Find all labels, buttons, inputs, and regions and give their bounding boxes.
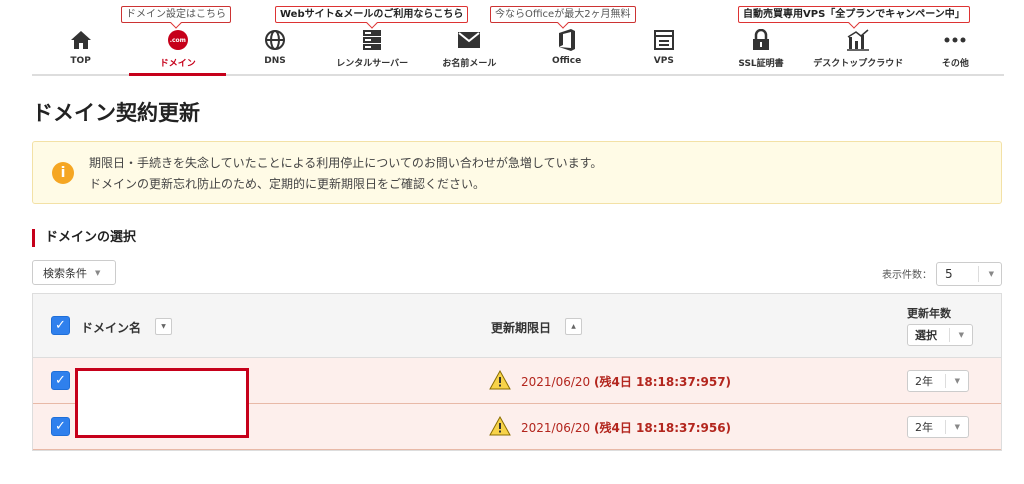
nav-item-domain[interactable]: .com ドメイン: [129, 28, 227, 76]
chevron-down-icon: ▼: [954, 377, 960, 385]
home-icon: [70, 28, 92, 52]
per-page-value: 5: [945, 267, 953, 281]
section-title: ドメインの選択: [32, 229, 136, 247]
nav-item-dns[interactable]: DNS: [226, 28, 324, 76]
nav-item-label: DNS: [264, 56, 286, 66]
nav-item-other[interactable]: その他: [906, 28, 1005, 76]
renewal-years-value: 2年: [915, 375, 933, 388]
renewal-years-select[interactable]: 2年 ▼: [907, 416, 969, 438]
nav-item-top[interactable]: TOP: [32, 28, 130, 76]
promo-office[interactable]: 今ならOfficeが最大2ヶ月無料: [490, 6, 636, 23]
nav-item-label: SSL証明書: [738, 59, 784, 69]
header-expiry-date: 更新期限日: [491, 321, 552, 335]
bulk-years-select[interactable]: 選択 ▼: [907, 324, 973, 346]
nav-item-label: Office: [552, 56, 582, 66]
dotcom-icon: .com: [167, 28, 188, 52]
nav-item-desktop-cloud[interactable]: デスクトップクラウド: [809, 28, 907, 76]
expiry-date-value: 2021/06/20: [521, 375, 591, 389]
lock-icon: [752, 28, 770, 52]
chevron-down-icon: ▼: [95, 268, 101, 277]
notice-line-1: 期限日・手続きを失念していたことによる利用停止についてのお問い合わせが急増してい…: [89, 156, 603, 170]
top-nav: ドメイン設定はこちら Webサイト&メールのご利用ならこちら 今ならOffice…: [32, 0, 1005, 78]
page-title: ドメイン契約更新: [32, 101, 200, 125]
more-icon: [944, 28, 966, 52]
nav-item-mail[interactable]: お名前メール: [420, 28, 519, 76]
expiry-date-value: 2021/06/20: [521, 421, 591, 435]
header-renewal-years: 更新年数: [907, 307, 951, 320]
renewal-years-value: 2年: [915, 421, 933, 434]
header-domain-name: ドメイン名: [81, 321, 142, 335]
table-row: ✓ 2021/06/20 (残4日 18:18:37:957) 2年 ▼: [33, 358, 1001, 438]
globe-icon: [264, 28, 286, 52]
expiry-date: 2021/06/20 (残4日 18:18:37:957): [521, 373, 731, 390]
chart-icon: [847, 28, 870, 52]
sort-expiry-button[interactable]: ▲: [565, 318, 582, 335]
expiry-date: 2021/06/20 (残4日 18:18:37:956): [521, 419, 731, 436]
expiry-remaining: (残4日 18:18:37:957): [594, 375, 732, 389]
promo-website-mail[interactable]: Webサイト&メールのご利用ならこちら: [275, 6, 469, 23]
notice-banner: i 期限日・手続きを失念していたことによる利用停止についてのお問い合わせが急増し…: [32, 141, 1002, 204]
chevron-down-icon: ▼: [954, 423, 960, 431]
search-conditions-label: 検索条件: [43, 266, 87, 280]
renewal-years-select[interactable]: 2年 ▼: [907, 370, 969, 392]
nav-item-label: お名前メール: [442, 59, 497, 69]
nav-item-label: ドメイン: [159, 59, 196, 69]
redacted-domain-box: [75, 368, 249, 438]
per-page-select[interactable]: 5 ▼: [936, 262, 1002, 286]
nav-item-ssl[interactable]: SSL証明書: [712, 28, 810, 76]
nav-item-label: その他: [941, 59, 969, 69]
nav-item-vps[interactable]: VPS: [615, 28, 713, 76]
bulk-years-select-value: 選択: [915, 329, 937, 342]
nav-item-label: レンタルサーバー: [336, 59, 409, 69]
nav-item-label: デスクトップクラウド: [813, 59, 904, 69]
mail-icon: [458, 28, 481, 52]
sort-domain-button[interactable]: ▼: [155, 318, 172, 335]
per-page-label: 表示件数：: [882, 270, 932, 281]
vps-icon: [653, 28, 674, 52]
table-header: ✓ ドメイン名 ▼ 更新期限日 ▲ 更新年数 選択 ▼: [33, 294, 1001, 358]
nav-item-office[interactable]: Office: [518, 28, 616, 76]
chevron-down-icon: ▼: [958, 331, 964, 339]
info-icon: i: [52, 162, 74, 184]
warning-icon: [489, 415, 511, 440]
server-icon: [362, 28, 382, 52]
notice-text: 期限日・手続きを失念していたことによる利用停止についてのお問い合わせが急増してい…: [89, 153, 602, 195]
search-conditions-button[interactable]: 検索条件 ▼: [32, 260, 116, 285]
warning-icon: [489, 369, 511, 394]
notice-line-2: ドメインの更新忘れ防止のため、定期的に更新期限日をご確認ください。: [89, 177, 486, 191]
promo-domain-settings[interactable]: ドメイン設定はこちら: [121, 6, 231, 23]
chevron-down-icon: ▼: [988, 270, 994, 278]
promo-vps[interactable]: 自動売買専用VPS「全プランでキャンペーン中」: [738, 6, 970, 23]
domain-table: ✓ ドメイン名 ▼ 更新期限日 ▲ 更新年数 選択 ▼ ✓ 2021/06/20…: [32, 293, 1002, 451]
nav-item-rental-server[interactable]: レンタルサーバー: [323, 28, 421, 76]
office-icon: [558, 28, 576, 52]
promo-vps-text: 自動売買専用VPS「全プランでキャンペーン中」: [743, 9, 965, 20]
select-all-checkbox[interactable]: ✓: [51, 316, 70, 335]
promo-website-mail-text: Webサイト&メールのご利用ならこちら: [280, 9, 464, 20]
expiry-remaining: (残4日 18:18:37:956): [594, 421, 732, 435]
nav-item-label: TOP: [70, 56, 91, 66]
row-checkbox[interactable]: ✓: [51, 417, 70, 436]
row-checkbox[interactable]: ✓: [51, 371, 70, 390]
nav-item-label: VPS: [653, 56, 674, 66]
